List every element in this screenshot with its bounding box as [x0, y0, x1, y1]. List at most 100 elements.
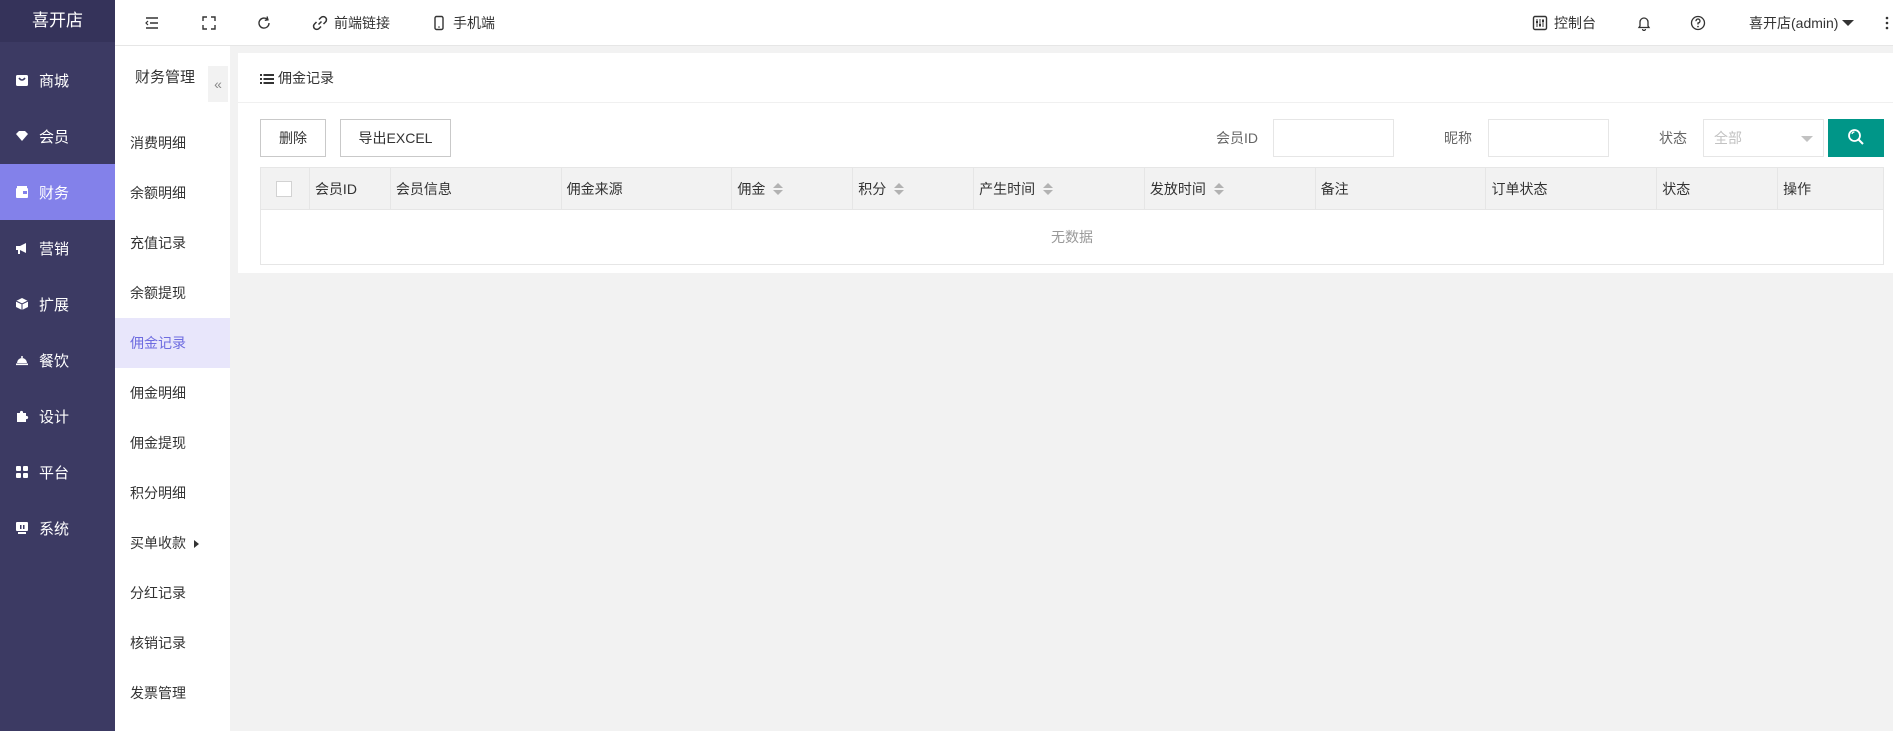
main-nav-item-member[interactable]: 会员	[0, 108, 115, 164]
main-nav-item-marketing[interactable]: 营销	[0, 220, 115, 276]
sub-nav-item[interactable]: 分红记录	[115, 568, 230, 618]
member-id-input[interactable]	[1273, 119, 1394, 157]
help-circle-icon	[1690, 15, 1706, 31]
front-link-button[interactable]: 前端链接	[312, 0, 390, 46]
select-all-checkbox[interactable]	[276, 181, 292, 197]
main-nav-label: 餐饮	[39, 352, 70, 370]
dish-icon	[15, 353, 29, 367]
page-title-text: 佣金记录	[278, 69, 334, 86]
search-button[interactable]	[1828, 119, 1884, 157]
notification-button[interactable]	[1636, 0, 1652, 46]
sub-nav-item[interactable]: 余额提现	[115, 268, 230, 318]
main-nav-label: 会员	[39, 128, 70, 146]
commission-table: 会员ID 会员信息 佣金来源 佣金 积分 产生时间 发放时间 备注 订单状态 状…	[260, 167, 1884, 265]
main-nav-item-system[interactable]: 系统	[0, 500, 115, 556]
sub-nav-item-active[interactable]: 佣金记录	[115, 318, 230, 368]
empty-state-text: 无数据	[1051, 229, 1093, 245]
fullscreen-icon	[201, 15, 217, 31]
caret-down-icon	[1842, 19, 1855, 26]
main-nav: 商城 会员 财务 营销 扩展 餐饮 设计 平台 系统	[0, 52, 115, 556]
sub-nav-item[interactable]: 积分明细	[115, 468, 230, 518]
search-icon	[1847, 128, 1865, 149]
sub-nav-item[interactable]: 佣金提现	[115, 418, 230, 468]
main-nav-item-extend[interactable]: 扩展	[0, 276, 115, 332]
sub-sidebar: 财务管理 « 消费明细 余额明细 充值记录 余额提现 佣金记录 佣金明细 佣金提…	[115, 46, 230, 731]
nickname-label: 昵称	[1444, 130, 1472, 146]
sort-icon[interactable]	[1213, 183, 1224, 195]
more-vertical-icon	[1884, 15, 1890, 31]
caret-down-icon	[1801, 136, 1813, 142]
help-button[interactable]	[1690, 0, 1706, 46]
main-nav-label: 设计	[39, 408, 70, 426]
menu-fold-icon	[144, 15, 160, 31]
main-nav-item-platform[interactable]: 平台	[0, 444, 115, 500]
collapse-sidebar-button[interactable]: «	[208, 66, 228, 102]
console-button[interactable]: 控制台	[1532, 0, 1596, 46]
sort-icon[interactable]	[773, 183, 784, 195]
column-label: 产生时间	[979, 181, 1036, 197]
sort-icon[interactable]	[1043, 183, 1054, 195]
console-icon	[1532, 15, 1548, 31]
front-link-label: 前端链接	[334, 14, 390, 31]
main-nav-item-catering[interactable]: 餐饮	[0, 332, 115, 388]
nickname-input[interactable]	[1488, 119, 1609, 157]
sub-nav-item[interactable]: 发票管理	[115, 668, 230, 718]
table-header-cell: 备注	[1316, 168, 1487, 210]
main-nav-label: 平台	[39, 464, 70, 482]
sub-nav-item[interactable]: 充值记录	[115, 218, 230, 268]
monitor-icon	[15, 521, 29, 535]
list-icon	[260, 72, 274, 84]
table-header-cell: 订单状态	[1486, 168, 1658, 210]
sub-nav-item-with-submenu[interactable]: 买单收款	[115, 518, 230, 568]
main-nav-label: 商城	[39, 72, 70, 90]
more-button[interactable]	[1884, 0, 1890, 46]
app-logo[interactable]: 喜开店	[0, 0, 115, 42]
sub-sidebar-title: 财务管理 «	[115, 46, 230, 106]
table-header-select-all	[261, 168, 310, 210]
status-select-value: 全部	[1714, 130, 1742, 146]
link-icon	[312, 15, 328, 31]
main-nav-label: 营销	[39, 240, 70, 258]
fullscreen-button[interactable]	[201, 0, 217, 46]
menu-toggle-button[interactable]	[144, 0, 160, 46]
export-excel-button[interactable]: 导出EXCEL	[340, 119, 451, 157]
delete-button[interactable]: 删除	[260, 119, 326, 157]
column-label: 状态	[1662, 181, 1691, 197]
sub-nav: 消费明细 余额明细 充值记录 余额提现 佣金记录 佣金明细 佣金提现 积分明细 …	[115, 118, 230, 718]
sub-nav-item[interactable]: 核销记录	[115, 618, 230, 668]
table-header-cell-sortable[interactable]: 佣金	[732, 168, 854, 210]
sub-nav-item[interactable]: 佣金明细	[115, 368, 230, 418]
mobile-button[interactable]: 手机端	[431, 0, 495, 46]
refresh-button[interactable]	[256, 0, 272, 46]
main-nav-item-shop[interactable]: 商城	[0, 52, 115, 108]
sort-icon[interactable]	[894, 183, 905, 195]
sub-nav-item[interactable]: 消费明细	[115, 118, 230, 168]
sub-nav-item[interactable]: 余额明细	[115, 168, 230, 218]
cube-icon	[15, 297, 29, 311]
table-header: 会员ID 会员信息 佣金来源 佣金 积分 产生时间 发放时间 备注 订单状态 状…	[261, 168, 1883, 210]
megaphone-icon	[15, 241, 29, 255]
column-label: 操作	[1783, 181, 1812, 197]
table-header-cell: 会员ID	[310, 168, 391, 210]
bell-icon	[1636, 15, 1652, 31]
table-header-cell: 会员信息	[391, 168, 562, 210]
column-label: 积分	[858, 181, 887, 197]
table-header-cell: 操作	[1778, 168, 1883, 210]
user-menu[interactable]: 喜开店(admin)	[1749, 0, 1855, 46]
main-nav-item-design[interactable]: 设计	[0, 388, 115, 444]
sub-sidebar-title-text: 财务管理	[135, 68, 196, 86]
user-label: 喜开店(admin)	[1749, 14, 1839, 31]
table-header-cell-sortable[interactable]: 积分	[853, 168, 975, 210]
table-header-cell-sortable[interactable]: 产生时间	[974, 168, 1145, 210]
main-panel: 佣金记录 删除 导出EXCEL 会员ID 昵称 状态 全部 会员ID 会员信息 …	[238, 53, 1893, 273]
table-header-cell-sortable[interactable]: 发放时间	[1145, 168, 1316, 210]
column-label: 发放时间	[1149, 181, 1206, 197]
mobile-label: 手机端	[453, 14, 495, 31]
table-body: 无数据	[261, 210, 1883, 264]
main-nav-item-finance[interactable]: 财务	[0, 164, 115, 220]
status-select[interactable]: 全部	[1703, 119, 1824, 157]
status-label: 状态	[1659, 130, 1687, 146]
column-label: 会员信息	[395, 181, 452, 197]
grid-icon	[15, 465, 29, 479]
refresh-icon	[256, 15, 272, 31]
